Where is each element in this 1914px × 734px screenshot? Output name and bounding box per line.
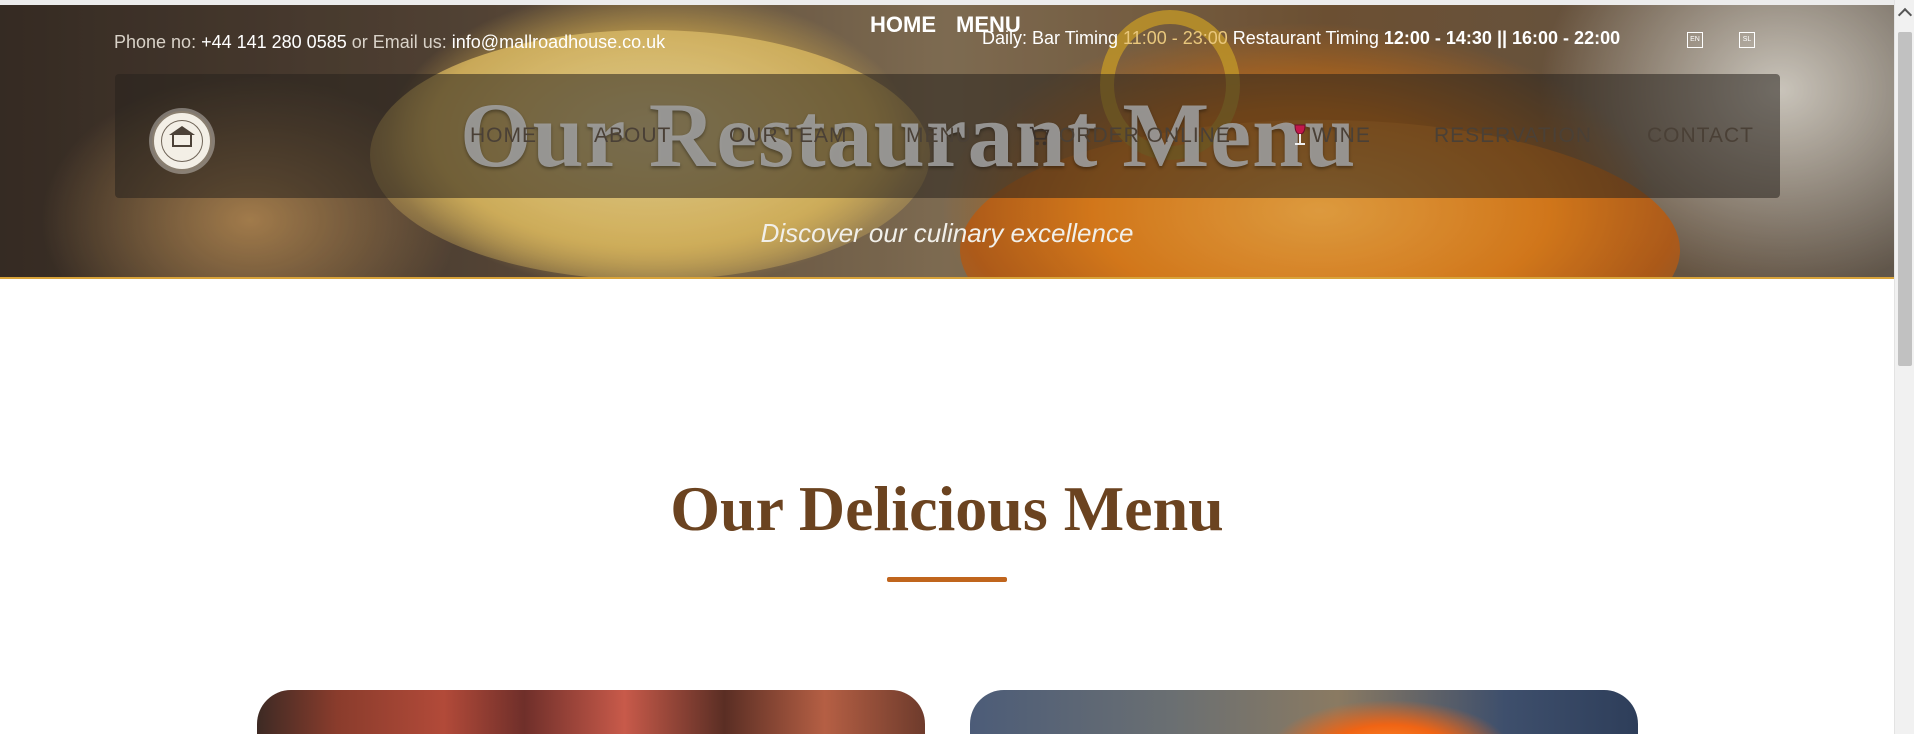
- nav-item-wine[interactable]: WINE: [1312, 124, 1371, 148]
- or-text: or: [346, 32, 373, 52]
- nav-item-order-online[interactable]: ORDER ONLINE: [1059, 124, 1231, 148]
- nav-item-our-team[interactable]: OUR TEAM: [729, 124, 847, 148]
- wine-glass-icon: [1294, 124, 1306, 145]
- email-prefix: Email us:: [372, 32, 452, 52]
- nav-item-contact[interactable]: CONTACT: [1647, 124, 1754, 148]
- topbar-contact: Phone no: +44 141 280 0585 or Email us: …: [114, 32, 665, 53]
- nav-item-about[interactable]: ABOUT: [594, 124, 671, 148]
- bar-timing-label: Daily: Bar Timing: [982, 28, 1124, 48]
- nav-item-reservation[interactable]: RESERVATION: [1434, 124, 1592, 148]
- phone-link[interactable]: +44 141 280 0585: [201, 32, 347, 52]
- scrollbar-thumb[interactable]: [1898, 32, 1912, 366]
- language-flag-icon[interactable]: EN: [1687, 32, 1703, 48]
- restaurant-timing-value: 12:00 - 14:30 || 16:00 - 22:00: [1383, 28, 1621, 48]
- nav-item-menu[interactable]: MENU: [906, 124, 972, 148]
- email-link[interactable]: info@mallroadhouse.co.uk: [452, 32, 665, 52]
- hero-subtitle: Discover our culinary excellence: [760, 218, 1134, 248]
- shopping-cart-icon: [1029, 126, 1050, 146]
- topnav-home-link[interactable]: HOME: [870, 12, 936, 38]
- menu-card-image[interactable]: [257, 690, 925, 734]
- hero-bottom-border: [0, 277, 1894, 279]
- social-link-icon[interactable]: SL: [1739, 32, 1755, 48]
- section-underline: [887, 577, 1007, 582]
- nav-item-home[interactable]: HOME: [470, 124, 537, 148]
- topbar-timings: Daily: Bar Timing 11:00 - 23:00 Restaura…: [982, 28, 1620, 49]
- section-title: Our Delicious Menu: [670, 473, 1224, 544]
- mallroad-house-logo[interactable]: [152, 111, 212, 171]
- phone-prefix: Phone no:: [114, 32, 202, 52]
- menu-card-image[interactable]: [970, 690, 1638, 734]
- restaurant-timing-label: Restaurant Timing: [1227, 28, 1384, 48]
- bar-timing-value: 11:00 - 23:00: [1123, 28, 1228, 48]
